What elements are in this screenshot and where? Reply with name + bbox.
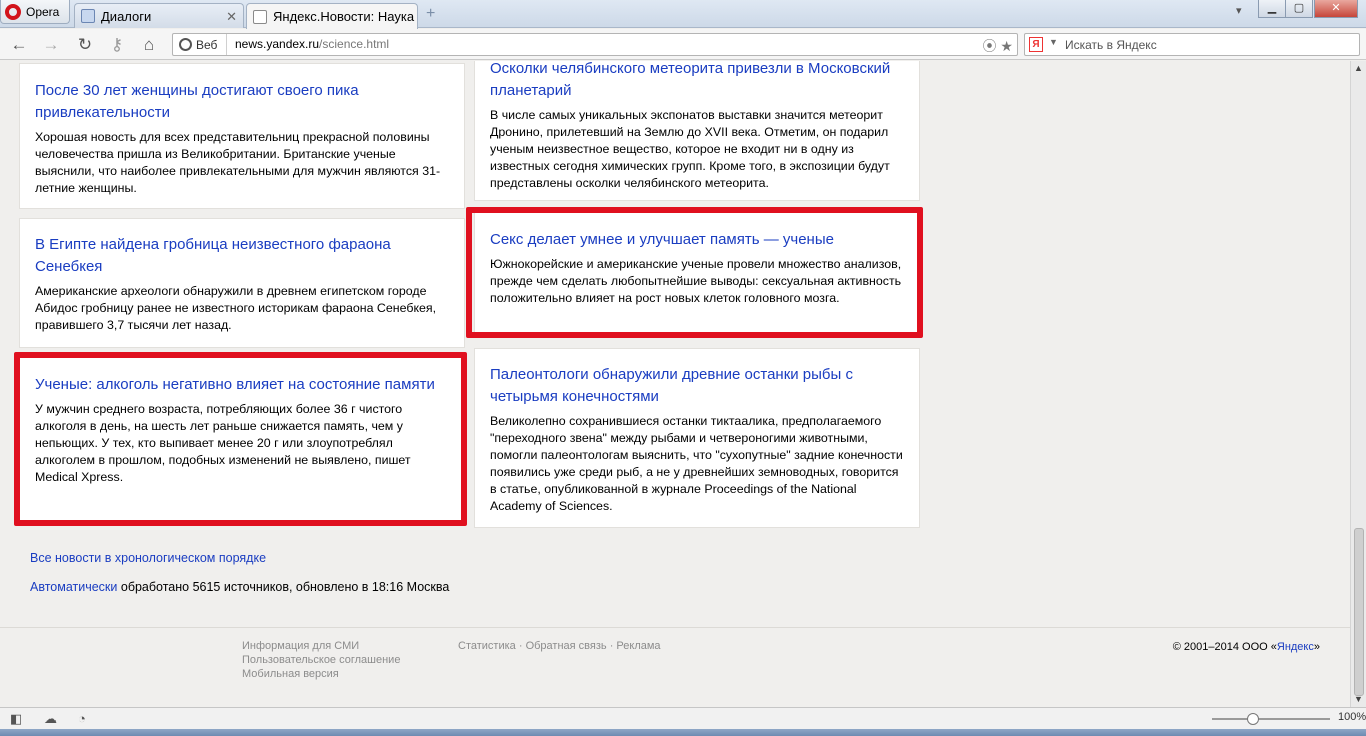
new-tab-icon[interactable]: + xyxy=(426,5,435,23)
news-title-link[interactable]: В Египте найдена гробница неизвестного ф… xyxy=(35,234,449,278)
url-domain: news.yandex.ru xyxy=(235,37,320,51)
address-field[interactable]: Веб news.yandex.ru/science.html ⦿ ★ xyxy=(172,33,1018,56)
footer-dot: · xyxy=(518,640,526,652)
highlight-frame xyxy=(466,207,923,338)
reload-icon[interactable]: ↻ xyxy=(74,34,96,56)
tab-label: Яндекс.Новости: Наука xyxy=(273,9,415,24)
zoom-slider[interactable] xyxy=(1212,718,1330,720)
title-bar: Opera Диалоги ✕ Яндекс.Новости: Наука + … xyxy=(0,0,1366,29)
opera-logo-icon xyxy=(5,3,21,20)
news-title-link[interactable]: Палеонтологи обнаружили древние останки … xyxy=(490,364,904,408)
opera-menu-label: Opera xyxy=(26,4,60,19)
rss-icon[interactable]: ⦿ ★ xyxy=(983,36,1013,56)
scroll-down-icon[interactable]: ▼ xyxy=(1354,694,1363,704)
opera-unite-cloud-icon[interactable]: ☁ xyxy=(44,711,57,727)
news-card: Осколки челябинского метеорита привезли … xyxy=(474,61,920,201)
footer-link-agreement[interactable]: Пользовательское соглашение xyxy=(242,653,400,667)
footer-link-feedback[interactable]: Обратная связь xyxy=(526,640,607,652)
news-summary: Американские археологи обнаружили в древ… xyxy=(35,284,437,332)
url-text[interactable]: news.yandex.ru/science.html xyxy=(235,37,389,51)
scroll-up-icon[interactable]: ▲ xyxy=(1354,63,1363,73)
footer-link-mobile[interactable]: Мобильная версия xyxy=(242,667,339,681)
page-viewport: После 30 лет женщины достигают своего пи… xyxy=(0,61,1350,707)
footer-link-media[interactable]: Информация для СМИ xyxy=(242,639,359,653)
tab-label: Диалоги xyxy=(101,8,152,24)
footer-links-row: Статистика · Обратная связь · Реклама xyxy=(458,639,661,653)
highlight-frame xyxy=(14,352,467,526)
yandex-logo-icon: Я xyxy=(1029,37,1043,52)
navigation-bar: ← → ↻ ⚷ ⌂ Веб news.yandex.ru/science.htm… xyxy=(0,29,1366,60)
news-summary: В числе самых уникальных экспонатов выст… xyxy=(490,108,890,190)
close-window-button[interactable]: ✕ xyxy=(1314,0,1358,18)
status-bar: ◧ ☁ ◔ 100% xyxy=(0,707,1366,729)
search-placeholder: Искать в Яндекс xyxy=(1065,38,1157,52)
back-arrow-icon[interactable]: ← xyxy=(8,34,30,56)
all-news-link-text: Все новости в хронологическом порядке xyxy=(30,551,267,565)
all-news-link[interactable]: Все новости в хронологическом порядке xyxy=(30,551,266,565)
yandex-link[interactable]: Яндекс xyxy=(1277,641,1314,653)
zoom-level: 100% xyxy=(1338,711,1366,723)
update-status-text: обработано 5615 источников, обновлено в … xyxy=(117,580,450,594)
auto-link[interactable]: Автоматически xyxy=(30,580,117,594)
footer-divider xyxy=(0,627,1350,628)
copyright-suffix: » xyxy=(1313,641,1320,653)
minimize-button[interactable]: ▁ xyxy=(1258,0,1286,18)
dialogs-favicon-icon xyxy=(81,9,95,23)
news-card: Палеонтологи обнаружили древние останки … xyxy=(474,348,920,528)
news-summary: Хорошая новость для всех представительни… xyxy=(35,130,441,195)
news-title-link[interactable]: Осколки челябинского метеорита привезли … xyxy=(490,61,904,102)
copyright-prefix: © 2001–2014 ООО « xyxy=(1172,641,1277,653)
opera-menu-button[interactable]: Opera xyxy=(0,0,70,24)
maximize-button[interactable]: ▢ xyxy=(1285,0,1313,18)
opera-turbo-icon[interactable]: ◔ xyxy=(78,711,86,726)
news-title-link[interactable]: После 30 лет женщины достигают своего пи… xyxy=(35,80,449,124)
search-field[interactable]: Я ▼ Искать в Яндекс xyxy=(1024,33,1360,56)
page-favicon-icon xyxy=(253,9,267,24)
windows-taskbar xyxy=(0,729,1366,736)
home-icon[interactable]: ⌂ xyxy=(138,34,160,56)
copyright: © 2001–2014 ООО «Яндекс» xyxy=(1173,641,1320,653)
news-card: В Египте найдена гробница неизвестного ф… xyxy=(19,218,465,348)
web-badge[interactable]: Веб xyxy=(173,34,227,55)
update-status: Автоматически обработано 5615 источников… xyxy=(30,580,449,594)
search-engine-dropdown-icon[interactable]: ▼ xyxy=(1049,37,1058,47)
tab-menu-chevron-icon[interactable]: ▾ xyxy=(1236,4,1242,17)
globe-icon xyxy=(179,38,192,51)
footer-link-ads[interactable]: Реклама xyxy=(616,640,660,652)
tab-dialogs[interactable]: Диалоги ✕ xyxy=(74,3,244,28)
news-summary: Великолепно сохранившиеся останки тиктаа… xyxy=(490,414,903,513)
zoom-slider-handle[interactable] xyxy=(1247,713,1259,725)
tab-yandex-news-science[interactable]: Яндекс.Новости: Наука xyxy=(246,3,418,29)
panel-toggle-icon[interactable]: ◧ xyxy=(10,711,22,727)
key-icon[interactable]: ⚷ xyxy=(106,34,128,56)
vertical-scrollbar[interactable]: ▲ ▼ xyxy=(1350,61,1366,707)
footer-link-statistics[interactable]: Статистика xyxy=(458,640,516,652)
url-path: /science.html xyxy=(319,37,390,51)
scrollbar-thumb[interactable] xyxy=(1354,528,1364,696)
forward-arrow-icon[interactable]: → xyxy=(40,34,62,56)
web-label: Веб xyxy=(196,37,218,52)
news-card: После 30 лет женщины достигают своего пи… xyxy=(19,63,465,209)
close-tab-icon[interactable]: ✕ xyxy=(226,9,237,25)
